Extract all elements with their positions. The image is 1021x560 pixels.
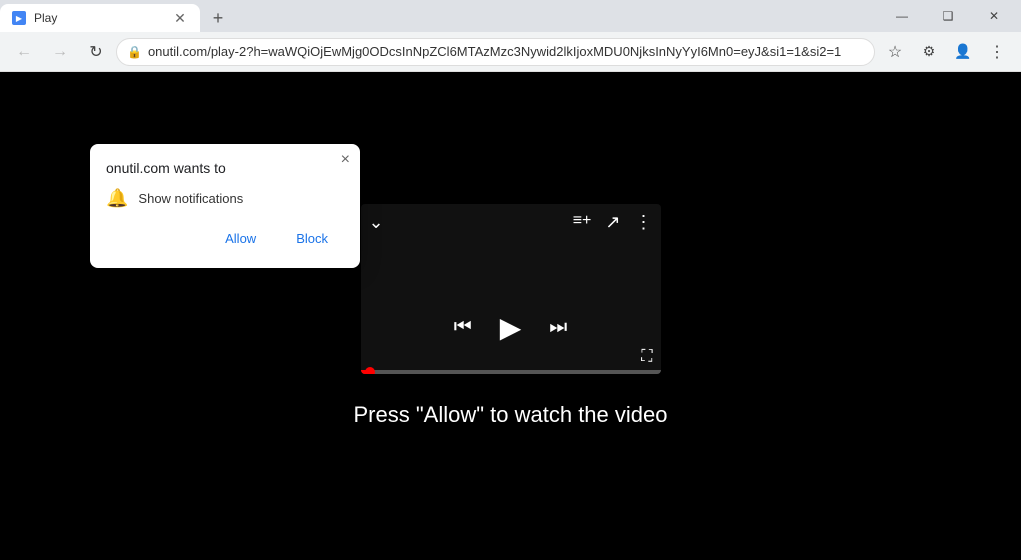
page-content: × onutil.com wants to 🔔 Show notificatio… xyxy=(0,72,1021,560)
tab-favicon: ▶ xyxy=(12,11,26,25)
allow-button[interactable]: Allow xyxy=(209,225,272,252)
profile-button[interactable]: 👤 xyxy=(947,36,979,68)
close-button[interactable]: ✕ xyxy=(971,0,1017,32)
menu-icon: ⋮ xyxy=(989,42,1005,62)
fullscreen-button[interactable]: ⛶ xyxy=(641,348,652,366)
progress-bar[interactable] xyxy=(361,370,661,374)
maximize-button[interactable]: ❑ xyxy=(925,0,971,32)
lock-icon: 🔒 xyxy=(127,45,142,59)
minimize-button[interactable]: — xyxy=(879,0,925,32)
instruction-text: Press "Allow" to watch the video xyxy=(354,402,668,428)
skip-forward-button[interactable]: ⏭ xyxy=(549,316,567,339)
new-tab-button[interactable]: + xyxy=(204,4,232,32)
bookmark-button[interactable]: ☆ xyxy=(879,36,911,68)
star-icon: ☆ xyxy=(888,42,902,62)
browser-window: ▶ Play ✕ + — ❑ ✕ ← → xyxy=(0,0,1021,560)
popup-notification-row: 🔔 Show notifications xyxy=(106,188,344,209)
reload-button[interactable]: ↻ xyxy=(80,36,112,68)
bell-icon: 🔔 xyxy=(106,188,128,209)
popup-row-text: Show notifications xyxy=(138,191,243,206)
tab-bar: ▶ Play ✕ + xyxy=(0,0,879,32)
progress-dot xyxy=(365,367,375,374)
chevron-down-icon[interactable]: ⌄ xyxy=(369,212,384,233)
menu-button[interactable]: ⋮ xyxy=(981,36,1013,68)
toolbar: ← → ↻ 🔒 onutil.com/play-2?h=waWQiOjEwMjg… xyxy=(0,32,1021,72)
skip-back-button[interactable]: ⏮ xyxy=(454,316,472,339)
active-tab[interactable]: ▶ Play ✕ xyxy=(0,4,200,32)
block-button[interactable]: Block xyxy=(280,225,344,252)
back-icon: ← xyxy=(16,43,32,61)
popup-title: onutil.com wants to xyxy=(106,160,344,176)
tab-label: Play xyxy=(34,11,57,25)
progress-fill xyxy=(361,370,370,374)
popup-buttons: Allow Block xyxy=(106,225,344,252)
player-icons-right: ≡+ ↗ ⋮ xyxy=(573,212,653,233)
tab-close-button[interactable]: ✕ xyxy=(172,10,188,26)
address-text: onutil.com/play-2?h=waWQiOjEwMjg0ODcsInN… xyxy=(148,44,864,59)
more-options-icon[interactable]: ⋮ xyxy=(635,212,653,233)
forward-button[interactable]: → xyxy=(44,36,76,68)
forward-icon: → xyxy=(52,43,68,61)
share-icon[interactable]: ↗ xyxy=(605,212,620,233)
profile-icon: 👤 xyxy=(954,43,971,60)
window-controls: — ❑ ✕ xyxy=(879,0,1017,32)
notification-popup: × onutil.com wants to 🔔 Show notificatio… xyxy=(90,144,360,268)
play-button[interactable]: ▶ xyxy=(500,311,522,344)
back-button[interactable]: ← xyxy=(8,36,40,68)
extensions-icon: ⚙ xyxy=(923,43,936,60)
toolbar-right-buttons: ☆ ⚙ 👤 ⋮ xyxy=(879,36,1013,68)
title-bar: ▶ Play ✕ + — ❑ ✕ xyxy=(0,0,1021,32)
player-controls-top: ⌄ ≡+ ↗ ⋮ xyxy=(369,212,653,233)
reload-icon: ↻ xyxy=(89,42,102,62)
playback-controls: ⏮ ▶ ⏭ xyxy=(361,311,661,344)
video-player: ⌄ ≡+ ↗ ⋮ ⏮ ▶ ⏭ ⛶ xyxy=(361,204,661,374)
address-bar[interactable]: 🔒 onutil.com/play-2?h=waWQiOjEwMjg0ODcsI… xyxy=(116,38,875,66)
extensions-button[interactable]: ⚙ xyxy=(913,36,945,68)
popup-close-button[interactable]: × xyxy=(341,152,350,168)
add-to-queue-icon[interactable]: ≡+ xyxy=(573,212,592,233)
